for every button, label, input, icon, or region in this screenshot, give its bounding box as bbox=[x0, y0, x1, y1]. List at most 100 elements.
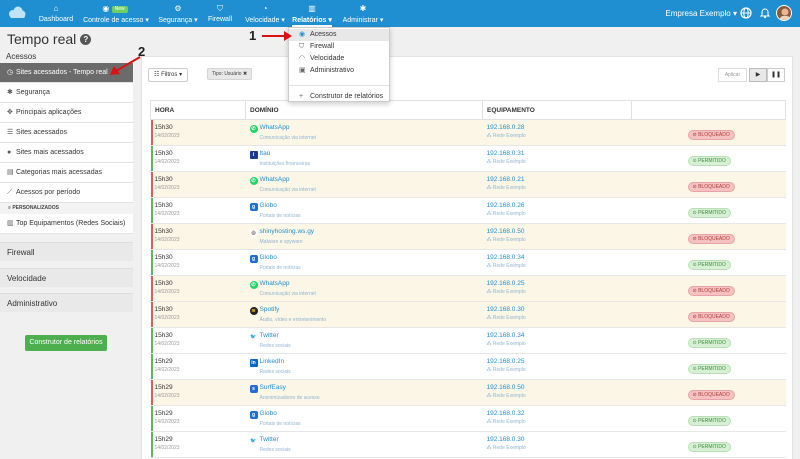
nav-seguranca[interactable]: ⚙ Segurança ▾ bbox=[157, 3, 199, 25]
table-row[interactable]: 15h29 14/02/2023 in LinkedIn Redes sociais 19… bbox=[150, 353, 786, 380]
row-ip-link[interactable]: 192.168.0.50 bbox=[487, 228, 632, 235]
row-domain-link[interactable]: Globo bbox=[260, 202, 277, 209]
row-domain-link[interactable]: Twitter bbox=[260, 436, 279, 443]
row-time: 15h30 bbox=[154, 150, 173, 157]
dropdown-item-acessos[interactable]: ◉ Acessos bbox=[289, 29, 389, 41]
row-domain-link[interactable]: WhatsApp bbox=[260, 176, 290, 183]
row-network: ⁂ Rede Exemplo bbox=[487, 419, 632, 425]
sidebar-item-label: Principais aplicações bbox=[16, 109, 82, 116]
table-row[interactable]: 15h30 14/02/2023 i Itaú Instituições finance… bbox=[150, 145, 786, 172]
sidebar-item-top-equipamentos[interactable]: ▥ Top Equipamentos (Redes Sociais) bbox=[0, 214, 133, 234]
table-row[interactable]: 15h30 14/02/2023 ✆ WhatsApp Comunicação via … bbox=[150, 119, 786, 146]
nav-controle-de-acesso[interactable]: ◉ New Controle de acesso ▾ bbox=[81, 3, 151, 25]
play-button[interactable]: ▶ bbox=[749, 68, 767, 82]
row-ip-link[interactable]: 192.168.0.34 bbox=[487, 332, 632, 339]
sidebar-item-principais-aplicacoes[interactable]: ✥ Principais aplicações bbox=[0, 103, 133, 123]
cell-status: ⊙ PERMITIDO bbox=[631, 431, 786, 458]
filters-button[interactable]: ☷ Filtros ▾ bbox=[148, 68, 188, 82]
nav-velocidade[interactable]: ◔ Velocidade ▾ bbox=[242, 3, 288, 25]
header-hora[interactable]: HORA bbox=[150, 100, 246, 120]
nav-firewall[interactable]: ⛉ Firewall bbox=[207, 3, 233, 25]
sidebar-item-label: Sites acessados bbox=[16, 129, 67, 136]
row-domain-link[interactable]: Globo bbox=[260, 410, 277, 417]
table-row[interactable]: 15h29 14/02/2023 s SurfEasy Anonimizadores d… bbox=[150, 379, 786, 406]
table-row[interactable]: 15h30 14/02/2023 g Globo Portais de notícias… bbox=[150, 249, 786, 276]
row-domain-link[interactable]: Spotify bbox=[260, 306, 280, 313]
avatar[interactable] bbox=[776, 5, 792, 21]
row-domain-link[interactable]: Itaú bbox=[260, 150, 271, 157]
table-row[interactable]: 15h30 14/02/2023 g Globo Portais de notícias… bbox=[150, 197, 786, 224]
globe-icon[interactable] bbox=[740, 7, 752, 19]
row-date: 14/02/2023 bbox=[154, 341, 180, 347]
logo-icon[interactable] bbox=[7, 6, 27, 20]
table-row[interactable]: 15h29 14/02/2023 🐦 Twitter Redes sociais 192.… bbox=[150, 431, 786, 458]
row-category: Instituições financeiras bbox=[259, 161, 311, 167]
sidebar-item-categorias-mais-acessadas[interactable]: ▤ Categorias mais acessadas bbox=[0, 163, 133, 183]
row-ip-link[interactable]: 192.168.0.26 bbox=[487, 202, 632, 209]
nav-relatorios[interactable]: ▥ Relatórios ▾ bbox=[292, 3, 332, 27]
row-domain-link[interactable]: Twitter bbox=[260, 332, 279, 339]
dropdown-item-velocidade[interactable]: ◠ Velocidade bbox=[289, 53, 389, 65]
table-row[interactable]: 15h30 14/02/2023 🐦 Twitter Redes sociais 192.… bbox=[150, 327, 786, 354]
row-ip-link[interactable]: 192.168.0.21 bbox=[487, 176, 632, 183]
table-row[interactable]: 15h30 14/02/2023 ✆ WhatsApp Comunicação via … bbox=[150, 171, 786, 198]
row-ip-link[interactable]: 192.168.0.31 bbox=[487, 150, 632, 157]
row-domain-link[interactable]: Globo bbox=[260, 254, 277, 261]
sidebar-item-seguranca[interactable]: ✱ Segurança bbox=[0, 83, 133, 103]
header-equipamento[interactable]: EQUIPAMENTO bbox=[482, 100, 632, 120]
row-ip-link[interactable]: 192.168.0.30 bbox=[487, 306, 632, 313]
header-dominio[interactable]: DOMÍNIO bbox=[245, 100, 483, 120]
sidebar-item-label: Sites acessados - Tempo real bbox=[16, 69, 108, 76]
dropdown-item-construtor[interactable]: + Construtor de relatórios bbox=[289, 91, 389, 103]
table-row[interactable]: 15h29 14/02/2023 g Globo Portais de notícias… bbox=[150, 405, 786, 432]
sidebar-item-sites-acessados[interactable]: ☰ Sites acessados bbox=[0, 123, 133, 143]
row-ip-link[interactable]: 192.168.0.28 bbox=[487, 124, 632, 131]
status-label: PERMITIDO bbox=[698, 210, 726, 216]
table-row[interactable]: 15h30 14/02/2023 ◎ shinyhosting.ws.gy Malwar… bbox=[150, 223, 786, 250]
filter-tag[interactable]: Tipo: Usuário ✖ bbox=[207, 68, 253, 80]
create-report-button[interactable]: Construtor de relatórios bbox=[25, 335, 107, 351]
row-category: Malware e spyware bbox=[259, 239, 303, 245]
row-domain-link[interactable]: WhatsApp bbox=[260, 124, 290, 131]
dropdown-item-firewall[interactable]: ⛉ Firewall bbox=[289, 41, 389, 53]
row-ip-link[interactable]: 192.168.0.34 bbox=[487, 254, 632, 261]
row-ip-link[interactable]: 192.168.0.30 bbox=[487, 436, 632, 443]
row-ip-link[interactable]: 192.168.0.25 bbox=[487, 358, 632, 365]
bell-icon[interactable] bbox=[759, 7, 771, 19]
row-ip-link[interactable]: 192.168.0.50 bbox=[487, 384, 632, 391]
nav-dashboard[interactable]: ⌂ Dashboard bbox=[38, 3, 74, 25]
row-domain-link[interactable]: shinyhosting.ws.gy bbox=[260, 228, 315, 235]
sidebar-item-acessos-por-periodo[interactable]: ⟋ Acessos por período bbox=[0, 183, 133, 203]
network-icon: ⁂ bbox=[486, 185, 492, 191]
cell-equipment: 192.168.0.30 ⁂ Rede Exemplo bbox=[482, 431, 632, 458]
row-domain-link[interactable]: SurfEasy bbox=[260, 384, 286, 391]
help-icon[interactable]: ? bbox=[80, 34, 92, 45]
row-domain-link[interactable]: LinkedIn bbox=[260, 358, 285, 365]
company-selector[interactable]: Empresa Exemplo ▾ bbox=[665, 9, 737, 18]
status-label: PERMITIDO bbox=[698, 340, 726, 346]
sidebar-item-label: Sites mais acessados bbox=[16, 149, 84, 156]
row-ip-link[interactable]: 192.168.0.32 bbox=[487, 410, 632, 417]
sidebar-group-velocidade[interactable]: Velocidade bbox=[0, 268, 133, 287]
table-row[interactable]: 15h30 14/02/2023 ✆ WhatsApp Comunicação via … bbox=[150, 275, 786, 302]
row-ip-link[interactable]: 192.168.0.25 bbox=[487, 280, 632, 287]
table-row[interactable]: 15h30 14/02/2023 ≋ Spotify Áudio, vídeo e en… bbox=[150, 301, 786, 328]
row-network-label: Rede Exemplo bbox=[492, 159, 526, 165]
nav-administrar[interactable]: ✱ Administrar ▾ bbox=[340, 3, 386, 25]
shield-icon: ⛉ bbox=[217, 4, 223, 13]
sidebar-group-administrativo[interactable]: Administrativo bbox=[0, 293, 133, 312]
row-domain-link[interactable]: WhatsApp bbox=[260, 280, 290, 287]
status-badge: ⊙ PERMITIDO bbox=[687, 416, 731, 426]
status-badge: ⊘ BLOQUEADO bbox=[687, 130, 735, 140]
apply-button[interactable]: Aplicar bbox=[718, 68, 747, 82]
row-category: Portais de notícias bbox=[259, 265, 301, 271]
cell-domain: ✆ WhatsApp Comunicação via internet bbox=[245, 171, 483, 198]
row-category: Redes sociais bbox=[259, 369, 291, 375]
close-icon[interactable]: ✖ bbox=[243, 71, 247, 77]
sidebar-item-sites-mais-acessados[interactable]: ● Sites mais acessados bbox=[0, 143, 133, 163]
header-status bbox=[631, 100, 786, 120]
pause-button[interactable]: ❚❚ bbox=[767, 68, 785, 82]
nav-label: Segurança bbox=[158, 17, 193, 24]
sidebar-group-firewall[interactable]: Firewall bbox=[0, 242, 133, 261]
dropdown-item-administrativo[interactable]: ▣ Administrativo bbox=[289, 65, 389, 77]
